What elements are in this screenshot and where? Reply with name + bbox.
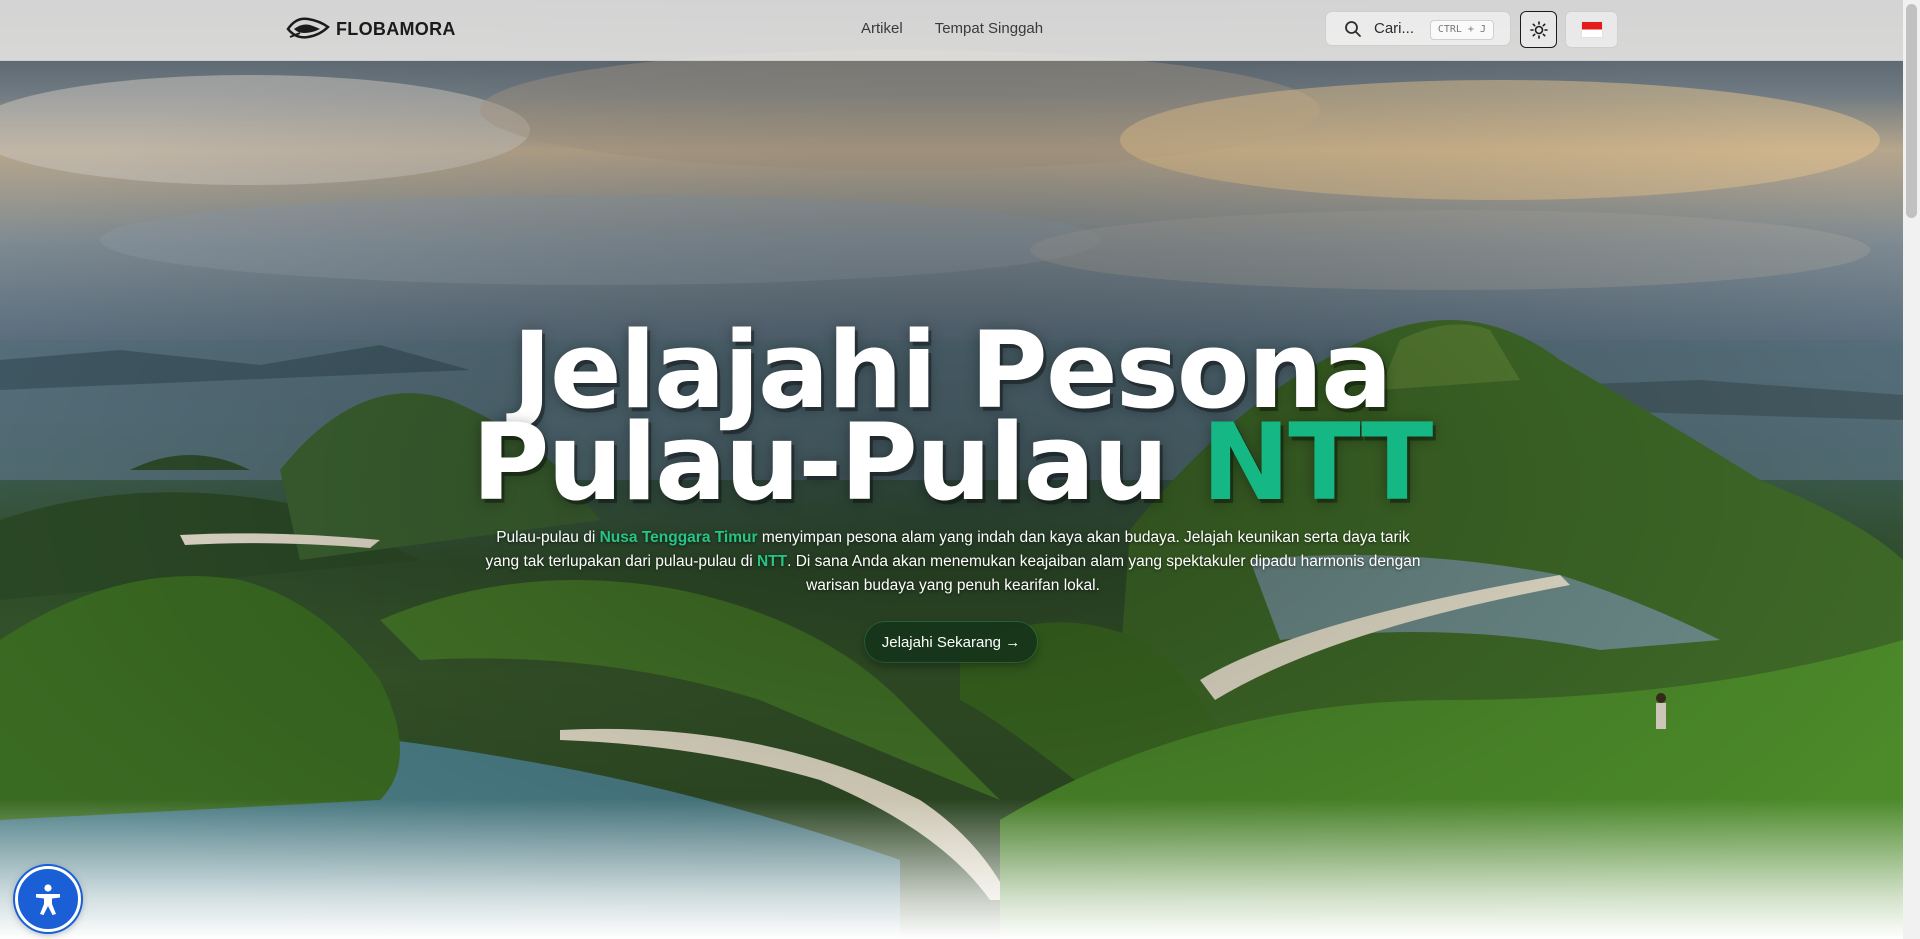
explore-now-button[interactable]: Jelajahi Sekarang →: [865, 622, 1037, 662]
hero-description: Pulau-pulau di Nusa Tenggara Timur menyi…: [478, 526, 1428, 598]
hero-desc-text-1: Pulau-pulau di: [496, 529, 600, 546]
nav-link-tempat-singgah[interactable]: Tempat Singgah: [935, 20, 1043, 37]
hero-bottom-fade: [0, 799, 1903, 939]
accessibility-icon: [36, 884, 60, 915]
hero-desc-text-3: . Di sana Anda akan menemukan keajaiban …: [787, 553, 1421, 594]
search-icon: [1345, 20, 1361, 37]
accessibility-button[interactable]: [15, 866, 81, 932]
search-shortcut-badge: CTRL + J: [1429, 20, 1494, 40]
brand-name: FLOBAMORA: [336, 18, 456, 39]
sun-icon: [1529, 20, 1548, 39]
main-nav: Artikel Tempat Singgah: [861, 20, 1043, 37]
page-scrollbar[interactable]: [1903, 0, 1920, 939]
top-navbar: FLOBAMORA Artikel Tempat Singgah Cari...…: [0, 0, 1903, 61]
search-placeholder: Cari...: [1374, 20, 1415, 37]
language-switcher[interactable]: [1565, 11, 1618, 48]
hero-desc-highlight-ntt: NTT: [756, 553, 788, 570]
search-button[interactable]: Cari... CTRL + J: [1325, 11, 1511, 46]
brand-logo[interactable]: FLOBAMORA: [286, 15, 456, 43]
indonesia-flag-icon: [1580, 21, 1603, 38]
theme-toggle-button[interactable]: [1520, 11, 1557, 48]
nav-link-artikel[interactable]: Artikel: [861, 20, 903, 37]
hero-desc-highlight-ntt-full: Nusa Tenggara Timur: [599, 529, 758, 546]
flobamora-logo-icon: [286, 17, 330, 39]
hero-title-line2: Pulau-Pulau: [471, 401, 1169, 524]
scrollbar-thumb[interactable]: [1906, 4, 1917, 218]
hero-title: Jelajahi Pesona Pulau-Pulau NTT: [0, 318, 1903, 516]
hero-title-accent: NTT: [1201, 401, 1434, 524]
